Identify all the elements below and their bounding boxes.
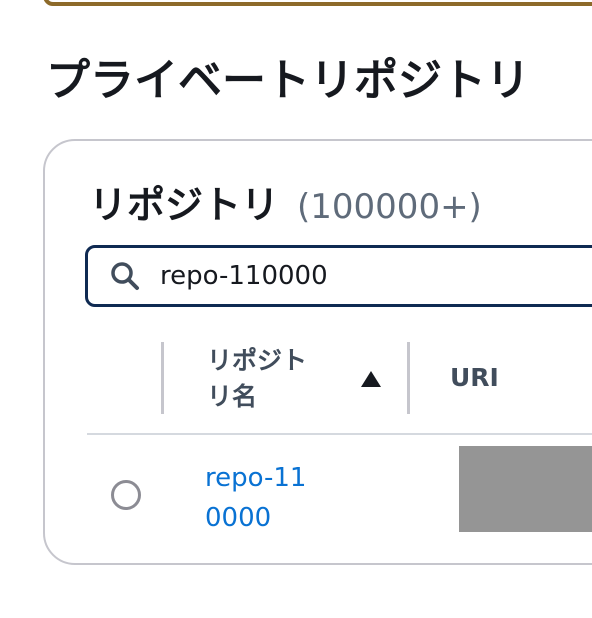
repository-count: (100000+) [297, 187, 482, 227]
row-select-radio[interactable] [111, 480, 141, 510]
column-divider [161, 342, 164, 414]
search-box[interactable] [85, 245, 592, 307]
sort-ascending-icon[interactable] [360, 370, 382, 388]
column-header-repository-name[interactable]: リポジトリ名 [207, 343, 317, 415]
search-input[interactable] [160, 256, 592, 296]
column-divider [407, 342, 410, 414]
uri-redacted-block [459, 446, 592, 532]
page: プライベートリポジトリ リポジトリ (100000+) リポジトリ名 URI r… [0, 0, 592, 618]
top-banner [43, 0, 592, 6]
page-title: プライベートリポジトリ [46, 55, 530, 106]
column-header-uri[interactable]: URI [450, 363, 499, 392]
panel-header: リポジトリ (100000+) [89, 174, 482, 229]
repositories-panel: リポジトリ (100000+) リポジトリ名 URI repo-110000 [43, 139, 592, 565]
repository-name-link[interactable]: repo-110000 [205, 458, 315, 538]
search-icon [111, 262, 139, 290]
panel-title: リポジトリ [89, 183, 280, 227]
table-header-divider [87, 433, 592, 435]
